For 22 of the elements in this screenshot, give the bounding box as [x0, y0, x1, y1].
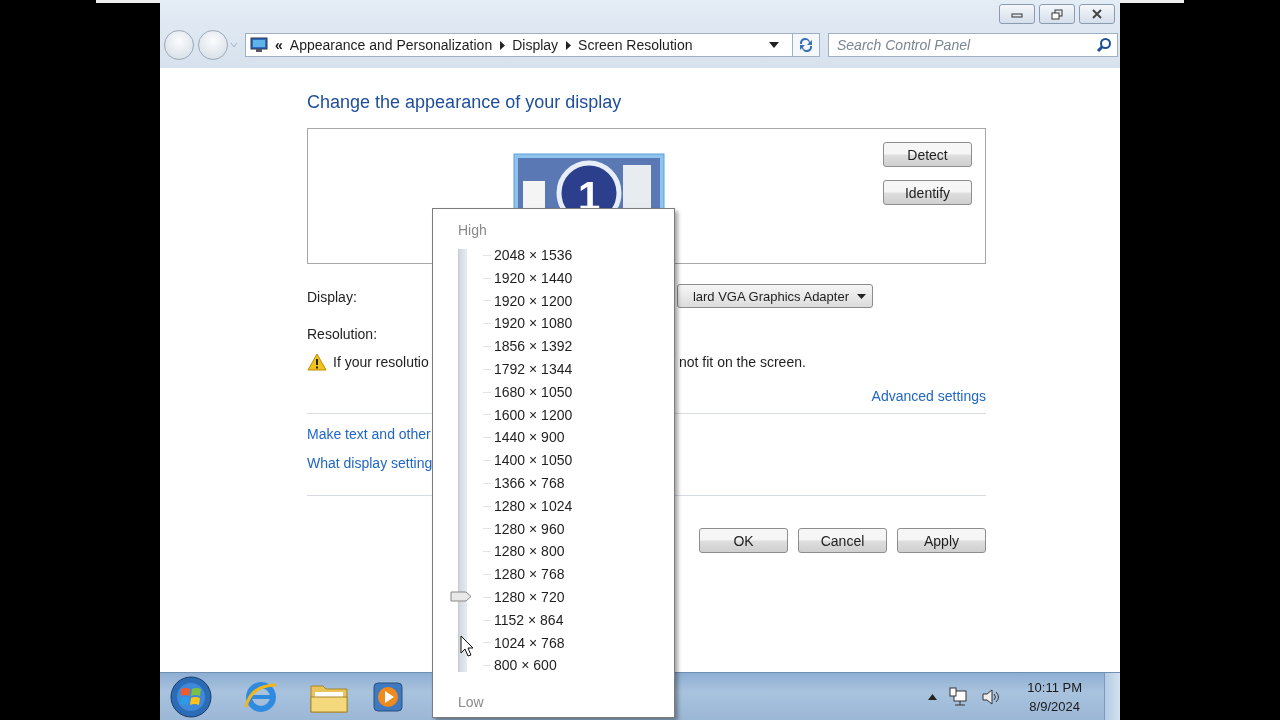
dialog-button[interactable]: Cancel	[798, 528, 887, 553]
resolution-label: Resolution:	[307, 326, 379, 342]
high-label: High	[457, 222, 488, 238]
search-field[interactable]: Search Control Panel	[828, 33, 1118, 57]
side-button[interactable]: Identify	[883, 180, 972, 205]
warning-text: If your resolutio	[333, 354, 429, 370]
breadcrumb-item[interactable]: Appearance and Personalization	[289, 37, 493, 53]
low-label: Low	[457, 694, 485, 711]
side-button[interactable]: Detect	[883, 142, 972, 167]
help-link[interactable]: What display setting	[307, 455, 433, 471]
breadcrumb-overflow[interactable]: «	[275, 37, 283, 53]
dialog-button[interactable]: OK	[699, 528, 788, 553]
clock[interactable]: 10:11 PM 8/9/2024	[1027, 677, 1082, 716]
help-link[interactable]: Make text and other	[307, 426, 431, 442]
display-label: Display:	[307, 289, 357, 305]
breadcrumb-item[interactable]: Screen Resolution	[578, 37, 693, 53]
breadcrumb-item[interactable]: Display	[512, 37, 559, 53]
advanced-settings-link[interactable]: Advanced settings	[871, 388, 986, 404]
dialog-button[interactable]: Apply	[897, 528, 986, 553]
page-heading: Change the appearance of your display	[307, 92, 623, 113]
warning-text: not fit on the screen.	[679, 354, 807, 370]
display-select[interactable]: lard VGA Graphics Adapter	[677, 284, 873, 308]
